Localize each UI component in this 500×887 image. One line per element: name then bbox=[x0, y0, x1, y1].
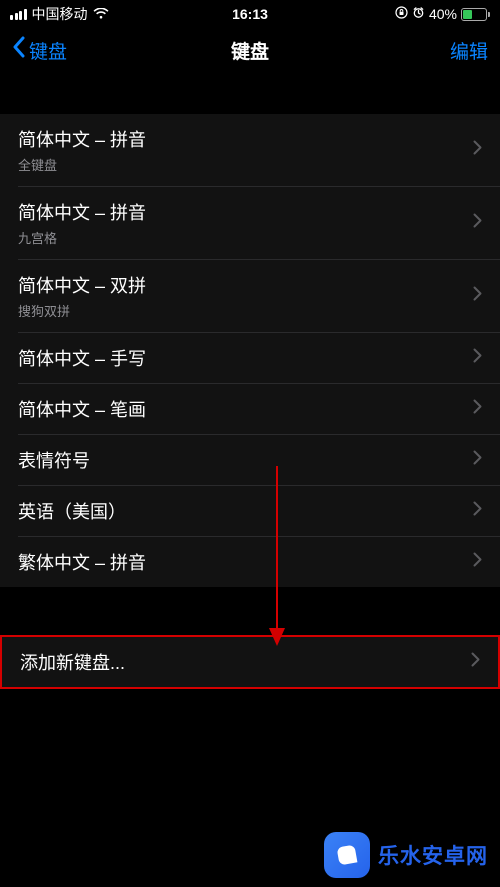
chevron-right-icon bbox=[473, 213, 482, 233]
status-right: 40% bbox=[395, 6, 490, 22]
back-button[interactable]: 键盘 bbox=[12, 36, 67, 64]
keyboard-title: 表情符号 bbox=[18, 447, 90, 473]
edit-button[interactable]: 编辑 bbox=[450, 37, 488, 64]
add-keyboard-row[interactable]: 添加新键盘... bbox=[2, 637, 498, 687]
carrier-label: 中国移动 bbox=[32, 4, 88, 24]
chevron-left-icon bbox=[12, 36, 25, 64]
battery-pct: 40% bbox=[429, 6, 457, 22]
chevron-right-icon bbox=[473, 501, 482, 521]
battery-icon bbox=[461, 8, 490, 21]
keyboard-subtitle: 搜狗双拼 bbox=[18, 301, 146, 320]
back-label: 键盘 bbox=[29, 37, 67, 64]
chevron-right-icon bbox=[473, 286, 482, 306]
watermark-text: 乐水安卓网 bbox=[378, 840, 488, 870]
keyboard-row[interactable]: 表情符号 bbox=[0, 435, 500, 485]
keyboard-row[interactable]: 英语（美国） bbox=[0, 486, 500, 536]
chevron-right-icon bbox=[473, 348, 482, 368]
chevron-right-icon bbox=[473, 140, 482, 160]
nav-bar: 键盘 键盘 编辑 bbox=[0, 28, 500, 72]
status-bar: 中国移动 16:13 40% bbox=[0, 0, 500, 28]
watermark-logo-icon bbox=[324, 832, 370, 878]
add-keyboard-label: 添加新键盘... bbox=[20, 649, 125, 675]
keyboard-row[interactable]: 简体中文 – 双拼搜狗双拼 bbox=[0, 260, 500, 332]
status-time: 16:13 bbox=[232, 6, 268, 22]
alarm-icon bbox=[412, 6, 425, 22]
add-keyboard-group: 添加新键盘... bbox=[0, 635, 500, 689]
chevron-right-icon bbox=[473, 450, 482, 470]
status-left: 中国移动 bbox=[10, 4, 109, 24]
keyboard-title: 简体中文 – 笔画 bbox=[18, 396, 146, 422]
chevron-right-icon bbox=[471, 652, 480, 672]
keyboard-title: 简体中文 – 双拼 bbox=[18, 272, 146, 298]
keyboard-row[interactable]: 简体中文 – 拼音全键盘 bbox=[0, 114, 500, 186]
page-title: 键盘 bbox=[231, 37, 269, 64]
keyboard-row[interactable]: 简体中文 – 拼音九宫格 bbox=[0, 187, 500, 259]
keyboard-title: 简体中文 – 手写 bbox=[18, 345, 146, 371]
keyboard-title: 英语（美国） bbox=[18, 498, 126, 524]
wifi-icon bbox=[93, 8, 109, 20]
keyboard-subtitle: 全键盘 bbox=[18, 155, 146, 174]
keyboard-row[interactable]: 简体中文 – 手写 bbox=[0, 333, 500, 383]
watermark: 乐水安卓网 bbox=[0, 823, 500, 887]
content-area: 简体中文 – 拼音全键盘简体中文 – 拼音九宫格简体中文 – 双拼搜狗双拼简体中… bbox=[0, 114, 500, 689]
keyboard-subtitle: 九宫格 bbox=[18, 228, 146, 247]
chevron-right-icon bbox=[473, 552, 482, 572]
keyboard-row[interactable]: 简体中文 – 笔画 bbox=[0, 384, 500, 434]
keyboard-title: 繁体中文 – 拼音 bbox=[18, 549, 146, 575]
keyboards-group: 简体中文 – 拼音全键盘简体中文 – 拼音九宫格简体中文 – 双拼搜狗双拼简体中… bbox=[0, 114, 500, 587]
keyboard-title: 简体中文 – 拼音 bbox=[18, 199, 146, 225]
signal-icon bbox=[10, 9, 27, 20]
screen-lock-icon bbox=[395, 6, 408, 22]
chevron-right-icon bbox=[473, 399, 482, 419]
keyboard-title: 简体中文 – 拼音 bbox=[18, 126, 146, 152]
keyboard-row[interactable]: 繁体中文 – 拼音 bbox=[0, 537, 500, 587]
